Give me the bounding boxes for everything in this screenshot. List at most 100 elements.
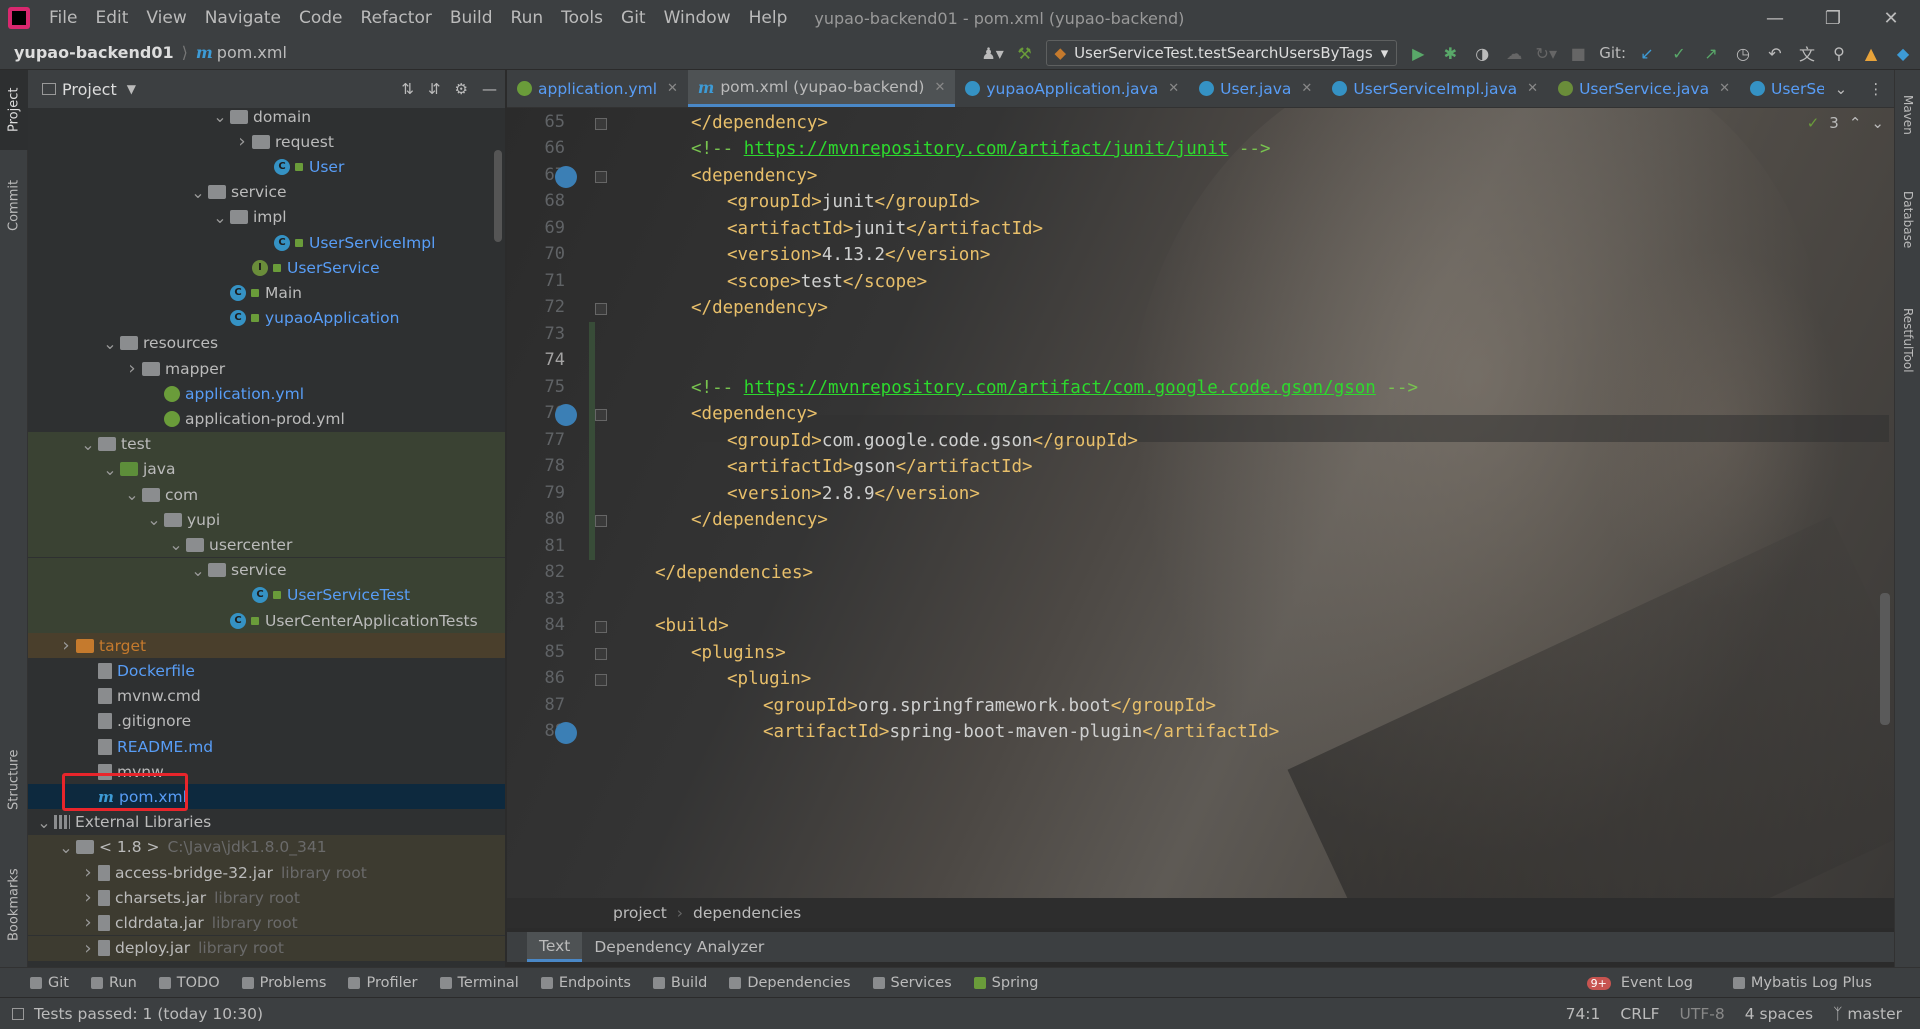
expand-arrow-icon[interactable]: ⌄	[58, 838, 74, 857]
close-icon[interactable]: ✕	[667, 81, 678, 96]
editor-tab[interactable]: yupaoApplication.java ✕	[955, 70, 1189, 107]
collapse-all-icon[interactable]: ⇵	[428, 80, 441, 98]
collapse-arrow-icon[interactable]: ›	[124, 358, 140, 379]
expand-arrow-icon[interactable]: ⌄	[124, 485, 140, 504]
tree-row[interactable]: › access-bridge-32.jar library root	[28, 860, 505, 885]
tree-row[interactable]: ⌄ service	[28, 557, 505, 583]
dependency-gutter-icon[interactable]	[555, 404, 577, 426]
update-icon[interactable]: ▲	[1860, 42, 1882, 64]
menu-build[interactable]: Build	[441, 0, 502, 36]
collapse-arrow-icon[interactable]: ›	[80, 912, 96, 933]
more-options-icon[interactable]: ⋮	[1868, 80, 1883, 98]
editor-breadcrumb-item[interactable]: dependencies	[693, 904, 801, 922]
rollback-icon[interactable]: ↶	[1764, 42, 1786, 64]
close-icon[interactable]: ✕	[1719, 81, 1730, 96]
tab-bookmarks[interactable]: Bookmarks	[0, 850, 28, 960]
tree-row[interactable]: ⌄ resources	[28, 331, 505, 356]
chevron-up-icon[interactable]: ⌃	[1849, 114, 1862, 132]
more-run-icon[interactable]: ↻▾	[1535, 42, 1557, 64]
tree-row[interactable]: ⌄ service	[28, 180, 505, 205]
editor-scrollbar[interactable]	[1880, 593, 1890, 725]
tree-row[interactable]: README.md	[28, 734, 505, 759]
fold-marker-icon[interactable]	[595, 621, 607, 633]
stop-icon[interactable]: ■	[1567, 42, 1589, 64]
expand-arrow-icon[interactable]: ⌄	[146, 510, 162, 529]
minimize-icon[interactable]: —	[1746, 0, 1804, 36]
run-configuration-select[interactable]: ◆ UserServiceTest.testSearchUsersByTags …	[1045, 40, 1398, 66]
tab-text[interactable]: Text	[527, 932, 583, 962]
git-push-icon[interactable]: ↗	[1700, 42, 1722, 64]
tool-window-run[interactable]: Run	[90, 975, 137, 991]
history-icon[interactable]: ◷	[1732, 42, 1754, 64]
expand-arrow-icon[interactable]: ⌄	[102, 460, 118, 479]
fold-marker-icon[interactable]	[595, 647, 607, 660]
editor-breadcrumb-item[interactable]: project	[613, 904, 667, 922]
tree-row[interactable]: › charsets.jar library root	[28, 885, 505, 911]
tree-row[interactable]: C User	[28, 154, 505, 179]
menu-navigate[interactable]: Navigate	[196, 0, 290, 36]
menu-run[interactable]: Run	[502, 0, 553, 36]
close-icon[interactable]: ✕	[1527, 81, 1538, 96]
expand-arrow-icon[interactable]: ⌄	[102, 334, 118, 353]
restore-icon[interactable]: ❐	[1804, 0, 1862, 36]
tab-dependency-analyzer[interactable]: Dependency Analyzer	[582, 932, 776, 962]
tree-row[interactable]: .gitignore	[28, 709, 505, 734]
tree-row[interactable]: ⌄ test	[28, 431, 505, 457]
tree-row[interactable]: › deploy.jar library root	[28, 935, 505, 961]
tool-window-todo[interactable]: TODO	[158, 975, 220, 991]
tab-maven[interactable]: Maven	[1895, 80, 1920, 150]
tree-row[interactable]: ⌄ domain	[28, 104, 505, 129]
tree-row[interactable]: mvnw.cmd	[28, 684, 505, 709]
fold-marker-icon[interactable]	[595, 117, 607, 130]
expand-arrow-icon[interactable]: ⌄	[212, 107, 228, 126]
expand-arrow-icon[interactable]: ⌄	[190, 183, 206, 202]
collapse-arrow-icon[interactable]: ›	[58, 635, 74, 656]
tree-row[interactable]: ⌄ yupi	[28, 507, 505, 533]
profile-icon[interactable]: ☁	[1503, 42, 1525, 64]
breadcrumb-project[interactable]: yupao-backend01	[14, 43, 174, 62]
tree-row[interactable]: › mapper	[28, 356, 505, 381]
expand-arrow-icon[interactable]: ⌄	[36, 813, 52, 832]
tool-window-terminal[interactable]: Terminal	[439, 975, 519, 991]
gear-icon[interactable]: ⚙	[455, 80, 468, 98]
tab-commit[interactable]: Commit	[0, 165, 28, 245]
expand-arrow-icon[interactable]: ⌄	[168, 535, 184, 554]
tool-window-spring[interactable]: Spring	[973, 975, 1038, 991]
project-tree-scrollbar[interactable]	[494, 150, 502, 242]
indent-setting[interactable]: 4 spaces	[1745, 1005, 1813, 1023]
menu-code[interactable]: Code	[290, 0, 352, 36]
fold-marker-icon[interactable]	[595, 170, 607, 183]
menu-refactor[interactable]: Refactor	[352, 0, 441, 36]
chevron-down-icon[interactable]: ▼	[127, 82, 136, 96]
expand-arrow-icon[interactable]: ⌄	[80, 435, 96, 454]
tree-row[interactable]: ⌄ External Libraries	[28, 810, 505, 835]
line-separator[interactable]: CRLF	[1620, 1005, 1659, 1023]
inspection-widget[interactable]: ✓ 3 ⌃ ⌄	[1807, 114, 1884, 132]
fold-marker-icon[interactable]	[595, 409, 607, 421]
tree-row[interactable]: ⌄ < 1.8 > C:\Java\jdk1.8.0_341	[28, 834, 505, 860]
fold-marker-icon[interactable]	[595, 674, 607, 686]
user-icon[interactable]: ♟▾	[981, 42, 1003, 64]
search-icon[interactable]: ⚲	[1828, 42, 1850, 64]
panel-toggle-icon[interactable]	[12, 1007, 24, 1020]
collapse-arrow-icon[interactable]: ›	[80, 887, 96, 908]
editor-tab[interactable]: UserServiceImpl.java ✕	[1322, 70, 1548, 107]
menu-git[interactable]: Git	[612, 0, 655, 36]
menu-help[interactable]: Help	[740, 0, 797, 36]
menu-edit[interactable]: Edit	[86, 0, 137, 36]
close-icon[interactable]: ✕	[1301, 81, 1312, 96]
tree-row[interactable]: › cldrdata.jar library root	[28, 910, 505, 936]
file-encoding[interactable]: UTF-8	[1680, 1005, 1725, 1023]
tree-row[interactable]: ⌄ impl	[28, 205, 505, 230]
tree-row[interactable]: C Main	[28, 280, 505, 305]
caret-position[interactable]: 74:1	[1566, 1005, 1601, 1023]
tree-row[interactable]: ⌄ java	[28, 456, 505, 482]
project-panel-title[interactable]: Project	[62, 80, 117, 99]
tool-window-git[interactable]: Git	[30, 975, 69, 991]
event-log-button[interactable]: 9+ Event Log	[1586, 975, 1693, 991]
git-branch[interactable]: ᛉ master	[1833, 1005, 1902, 1023]
run-icon[interactable]: ▶	[1407, 42, 1429, 64]
fold-marker-icon[interactable]	[595, 303, 607, 315]
code-token[interactable]: https://mvnrepository.com/artifact/com.g…	[744, 378, 1376, 398]
tree-row[interactable]: Dockerfile	[28, 658, 505, 683]
